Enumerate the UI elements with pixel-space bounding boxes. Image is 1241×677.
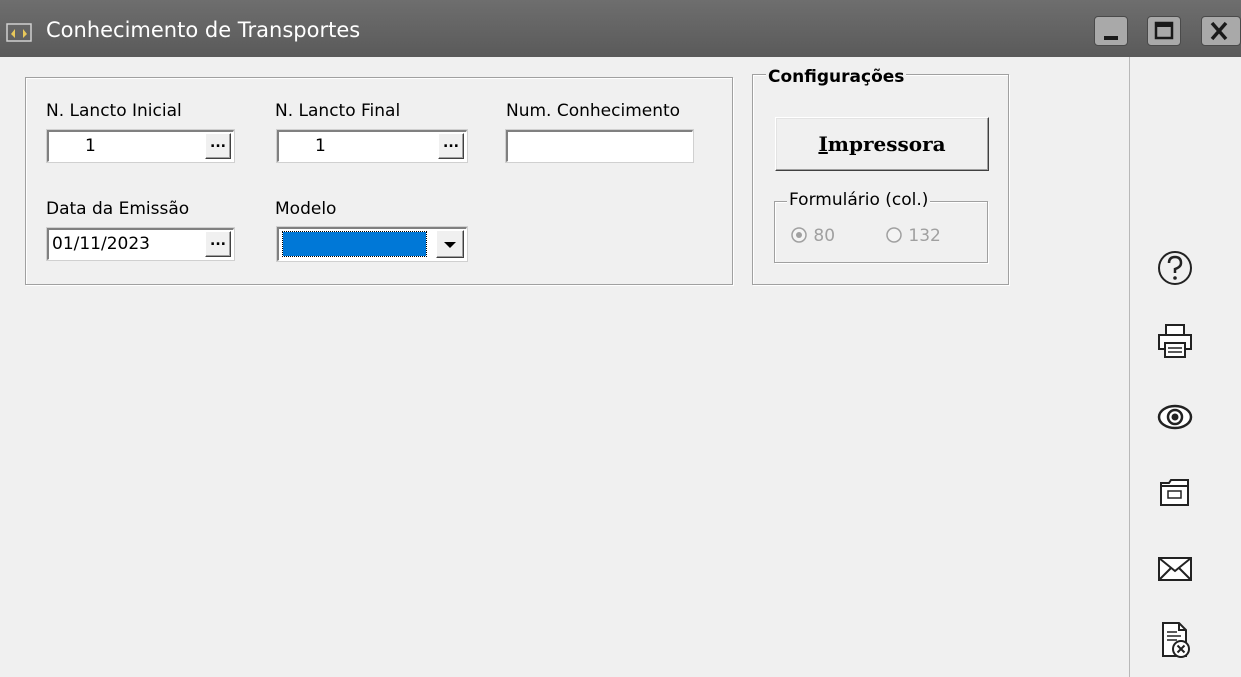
data-emissao-value: 01/11/2023 — [52, 234, 150, 254]
close-icon — [1210, 21, 1228, 41]
printer-button[interactable]: Impressora — [775, 117, 989, 171]
file-button[interactable] — [1155, 473, 1195, 513]
email-button[interactable] — [1155, 549, 1195, 589]
lancto-final-input[interactable]: 1 ... — [276, 129, 468, 163]
cancel-document-button[interactable] — [1155, 620, 1195, 660]
modelo-label: Modelo — [275, 199, 337, 219]
preview-icon — [1157, 404, 1193, 430]
radio-80-label: 80 — [813, 226, 836, 246]
data-emissao-input[interactable]: 01/11/2023 ... — [46, 227, 235, 261]
lancto-inicial-label: N. Lancto Inicial — [46, 101, 182, 121]
email-icon — [1158, 557, 1192, 581]
lancto-final-label: N. Lancto Final — [275, 101, 401, 121]
window-title: Conhecimento de Transportes — [46, 18, 361, 42]
maximize-button[interactable] — [1147, 16, 1181, 46]
radio-132-label: 132 — [908, 226, 941, 246]
print-icon — [1158, 324, 1192, 358]
lancto-final-value: 1 — [315, 136, 326, 156]
help-button[interactable] — [1155, 248, 1195, 288]
data-emissao-label: Data da Emissão — [46, 199, 190, 219]
action-toolbar — [1129, 57, 1241, 677]
formulario-title: Formulário (col.) — [787, 190, 931, 210]
minimize-button[interactable] — [1094, 16, 1128, 46]
date-picker-button[interactable]: ... — [205, 231, 231, 257]
modelo-dropdown-button[interactable] — [436, 230, 464, 258]
preview-button[interactable] — [1155, 397, 1195, 437]
radio-80[interactable]: 80 — [790, 226, 835, 246]
lancto-inicial-input[interactable]: 1 ... — [46, 129, 235, 163]
modelo-selected-value — [282, 231, 427, 257]
app-icon[interactable] — [6, 22, 32, 44]
printer-button-label: mpressora — [827, 132, 946, 156]
modelo-select[interactable] — [276, 226, 468, 262]
minimize-icon — [1104, 36, 1118, 40]
lancto-final-lookup-button[interactable]: ... — [438, 133, 464, 159]
chevron-down-icon — [444, 242, 456, 248]
help-icon — [1158, 251, 1192, 285]
close-button[interactable] — [1201, 16, 1241, 46]
maximize-icon — [1154, 21, 1174, 40]
print-button[interactable] — [1155, 321, 1195, 361]
document-cancel-icon — [1162, 622, 1190, 658]
file-icon — [1160, 479, 1189, 506]
num-conhecimento-input[interactable] — [505, 129, 694, 163]
config-title: Configurações — [766, 67, 907, 87]
radio-selected-icon — [791, 227, 807, 243]
radio-unselected-icon — [886, 227, 902, 243]
lancto-inicial-value: 1 — [85, 136, 96, 156]
radio-132[interactable]: 132 — [885, 226, 941, 246]
lancto-inicial-lookup-button[interactable]: ... — [205, 133, 231, 159]
title-bar: Conhecimento de Transportes — [0, 0, 1241, 57]
printer-button-accelerator: I — [818, 132, 828, 156]
num-conhecimento-label: Num. Conhecimento — [506, 101, 681, 121]
